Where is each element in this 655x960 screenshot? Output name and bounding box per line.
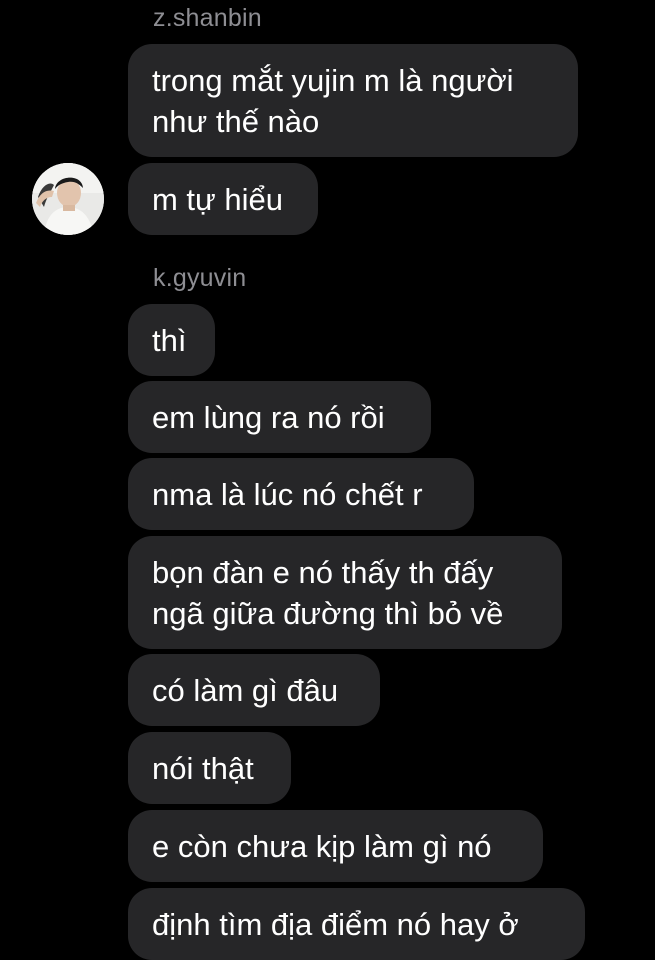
- message-bubble[interactable]: định tìm địa điểm nó hay ở: [128, 888, 585, 960]
- message-bubble[interactable]: thì: [128, 304, 215, 376]
- message-bubble[interactable]: bọn đàn e nó thấy th đấy ngã giữa đường …: [128, 536, 562, 649]
- avatar[interactable]: [32, 163, 104, 235]
- message-bubble[interactable]: có làm gì đâu: [128, 654, 380, 726]
- user-avatar-photo-icon: [32, 163, 104, 235]
- message-bubble[interactable]: m tự hiểu: [128, 163, 318, 235]
- message-bubble[interactable]: nma là lúc nó chết r: [128, 458, 474, 530]
- sender-name-kgyuvin: k.gyuvin: [153, 264, 247, 292]
- message-bubble[interactable]: nói thật: [128, 732, 291, 804]
- message-bubble[interactable]: em lùng ra nó rồi: [128, 381, 431, 453]
- sender-name-zshanbin: z.shanbin: [153, 4, 262, 32]
- message-bubble[interactable]: e còn chưa kịp làm gì nó: [128, 810, 543, 882]
- message-bubble[interactable]: trong mắt yujin m là người như thế nào: [128, 44, 578, 157]
- message-thread: z.shanbin trong mắt yujin m là người như…: [0, 0, 655, 960]
